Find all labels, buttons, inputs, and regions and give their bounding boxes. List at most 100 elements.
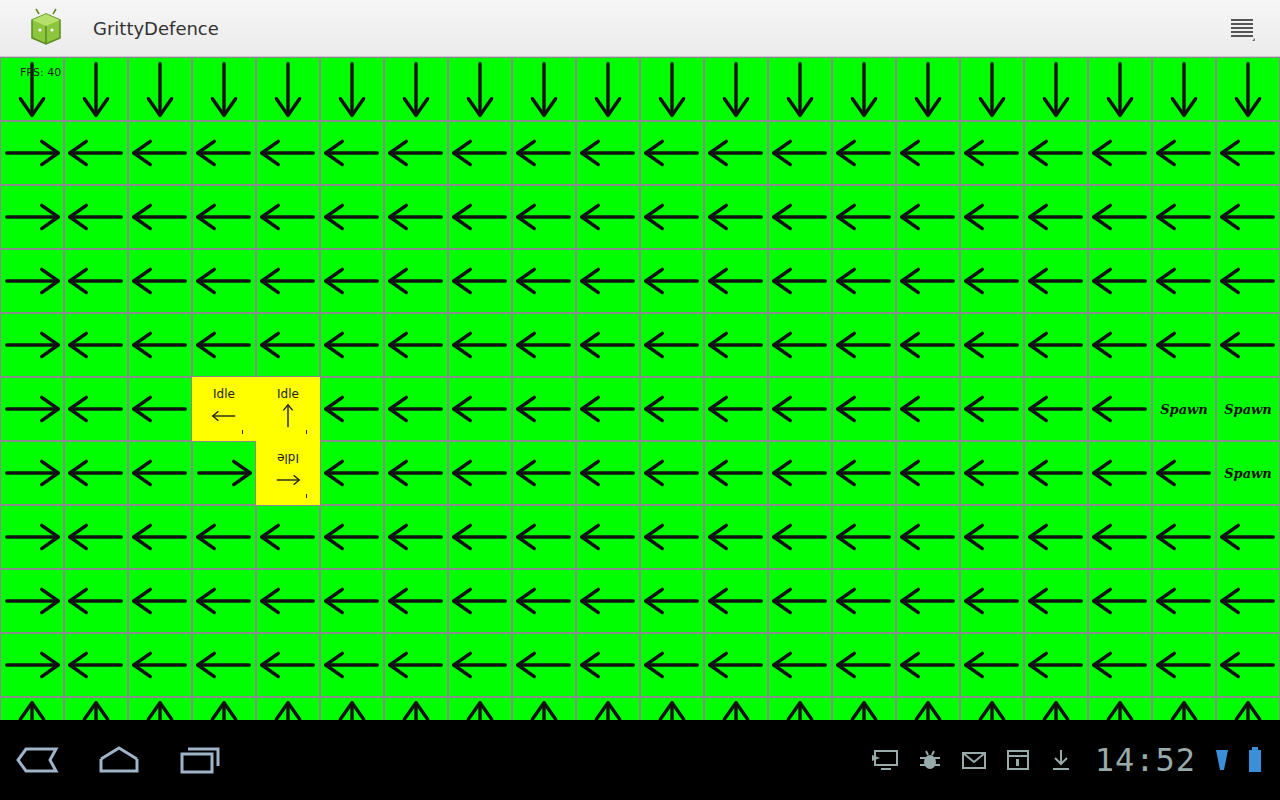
unit-tile[interactable]: Idle bbox=[256, 377, 320, 441]
path-tile[interactable] bbox=[640, 121, 704, 185]
path-tile[interactable] bbox=[512, 377, 576, 441]
path-tile[interactable] bbox=[1088, 313, 1152, 377]
path-tile[interactable] bbox=[1088, 249, 1152, 313]
path-tile[interactable] bbox=[1152, 57, 1216, 121]
path-tile[interactable] bbox=[640, 313, 704, 377]
path-tile[interactable] bbox=[1216, 505, 1280, 569]
path-tile[interactable] bbox=[0, 569, 64, 633]
path-tile[interactable] bbox=[1152, 249, 1216, 313]
path-tile[interactable] bbox=[1152, 505, 1216, 569]
path-tile[interactable] bbox=[128, 377, 192, 441]
path-tile[interactable] bbox=[320, 633, 384, 697]
path-tile[interactable] bbox=[1216, 633, 1280, 697]
path-tile[interactable] bbox=[320, 185, 384, 249]
path-tile[interactable] bbox=[320, 57, 384, 121]
path-tile[interactable] bbox=[832, 313, 896, 377]
path-tile[interactable] bbox=[960, 441, 1024, 505]
path-tile[interactable] bbox=[960, 377, 1024, 441]
path-tile[interactable] bbox=[1216, 249, 1280, 313]
path-tile[interactable] bbox=[256, 57, 320, 121]
path-tile[interactable] bbox=[384, 249, 448, 313]
path-tile[interactable] bbox=[640, 57, 704, 121]
path-tile[interactable] bbox=[448, 121, 512, 185]
path-tile[interactable] bbox=[960, 121, 1024, 185]
path-tile[interactable] bbox=[128, 505, 192, 569]
path-tile[interactable] bbox=[0, 185, 64, 249]
path-tile[interactable] bbox=[1088, 121, 1152, 185]
path-tile[interactable] bbox=[704, 505, 768, 569]
path-tile[interactable] bbox=[768, 185, 832, 249]
path-tile[interactable] bbox=[1024, 441, 1088, 505]
path-tile[interactable] bbox=[192, 185, 256, 249]
path-tile[interactable] bbox=[576, 121, 640, 185]
path-tile[interactable] bbox=[0, 121, 64, 185]
path-tile[interactable] bbox=[128, 569, 192, 633]
path-tile[interactable] bbox=[832, 505, 896, 569]
path-tile[interactable] bbox=[512, 185, 576, 249]
path-tile[interactable] bbox=[384, 569, 448, 633]
path-tile[interactable] bbox=[384, 57, 448, 121]
path-tile[interactable] bbox=[512, 249, 576, 313]
path-tile[interactable] bbox=[320, 377, 384, 441]
path-tile[interactable] bbox=[1152, 633, 1216, 697]
path-tile[interactable] bbox=[1024, 569, 1088, 633]
path-tile[interactable] bbox=[192, 569, 256, 633]
path-tile[interactable] bbox=[0, 377, 64, 441]
path-tile[interactable] bbox=[768, 505, 832, 569]
path-tile[interactable] bbox=[64, 505, 128, 569]
path-tile[interactable] bbox=[1216, 121, 1280, 185]
home-icon[interactable] bbox=[97, 745, 141, 775]
spawn-tile[interactable]: Spawn bbox=[1216, 377, 1280, 441]
path-tile[interactable] bbox=[512, 633, 576, 697]
path-tile[interactable] bbox=[0, 633, 64, 697]
path-tile[interactable] bbox=[128, 441, 192, 505]
path-tile[interactable] bbox=[576, 569, 640, 633]
path-tile[interactable] bbox=[1024, 57, 1088, 121]
path-tile[interactable] bbox=[896, 377, 960, 441]
path-tile[interactable] bbox=[64, 249, 128, 313]
path-tile[interactable] bbox=[0, 249, 64, 313]
path-tile[interactable] bbox=[896, 569, 960, 633]
path-tile[interactable] bbox=[192, 57, 256, 121]
path-tile[interactable] bbox=[576, 697, 640, 720]
spawn-tile[interactable]: Spawn bbox=[1216, 441, 1280, 505]
path-tile[interactable] bbox=[448, 505, 512, 569]
path-tile[interactable] bbox=[704, 121, 768, 185]
path-tile[interactable] bbox=[960, 185, 1024, 249]
path-tile[interactable] bbox=[1088, 185, 1152, 249]
path-tile[interactable] bbox=[704, 441, 768, 505]
path-tile[interactable] bbox=[1024, 185, 1088, 249]
path-tile[interactable] bbox=[1152, 569, 1216, 633]
path-tile[interactable] bbox=[832, 441, 896, 505]
path-tile[interactable] bbox=[128, 313, 192, 377]
path-tile[interactable] bbox=[0, 441, 64, 505]
path-tile[interactable] bbox=[896, 185, 960, 249]
path-tile[interactable] bbox=[384, 697, 448, 720]
path-tile[interactable] bbox=[1024, 249, 1088, 313]
path-tile[interactable] bbox=[448, 569, 512, 633]
path-tile[interactable] bbox=[128, 121, 192, 185]
path-tile[interactable] bbox=[384, 633, 448, 697]
path-tile[interactable] bbox=[896, 249, 960, 313]
path-tile[interactable] bbox=[1024, 633, 1088, 697]
path-tile[interactable] bbox=[704, 569, 768, 633]
path-tile[interactable] bbox=[832, 249, 896, 313]
path-tile[interactable] bbox=[128, 249, 192, 313]
path-tile[interactable] bbox=[960, 249, 1024, 313]
path-tile[interactable] bbox=[1152, 121, 1216, 185]
path-tile[interactable] bbox=[576, 249, 640, 313]
path-tile[interactable] bbox=[960, 505, 1024, 569]
path-tile[interactable] bbox=[576, 377, 640, 441]
path-tile[interactable] bbox=[832, 569, 896, 633]
path-tile[interactable] bbox=[640, 697, 704, 720]
path-tile[interactable] bbox=[192, 505, 256, 569]
back-icon[interactable] bbox=[16, 745, 60, 775]
path-tile[interactable] bbox=[768, 249, 832, 313]
path-tile[interactable] bbox=[768, 377, 832, 441]
path-tile[interactable] bbox=[896, 441, 960, 505]
path-tile[interactable] bbox=[1088, 377, 1152, 441]
game-board[interactable]: Idle Idle SpawnSpawnIdle Spawn FPS: 40 bbox=[0, 57, 1280, 720]
path-tile[interactable] bbox=[832, 57, 896, 121]
path-tile[interactable] bbox=[64, 313, 128, 377]
path-tile[interactable] bbox=[768, 697, 832, 720]
